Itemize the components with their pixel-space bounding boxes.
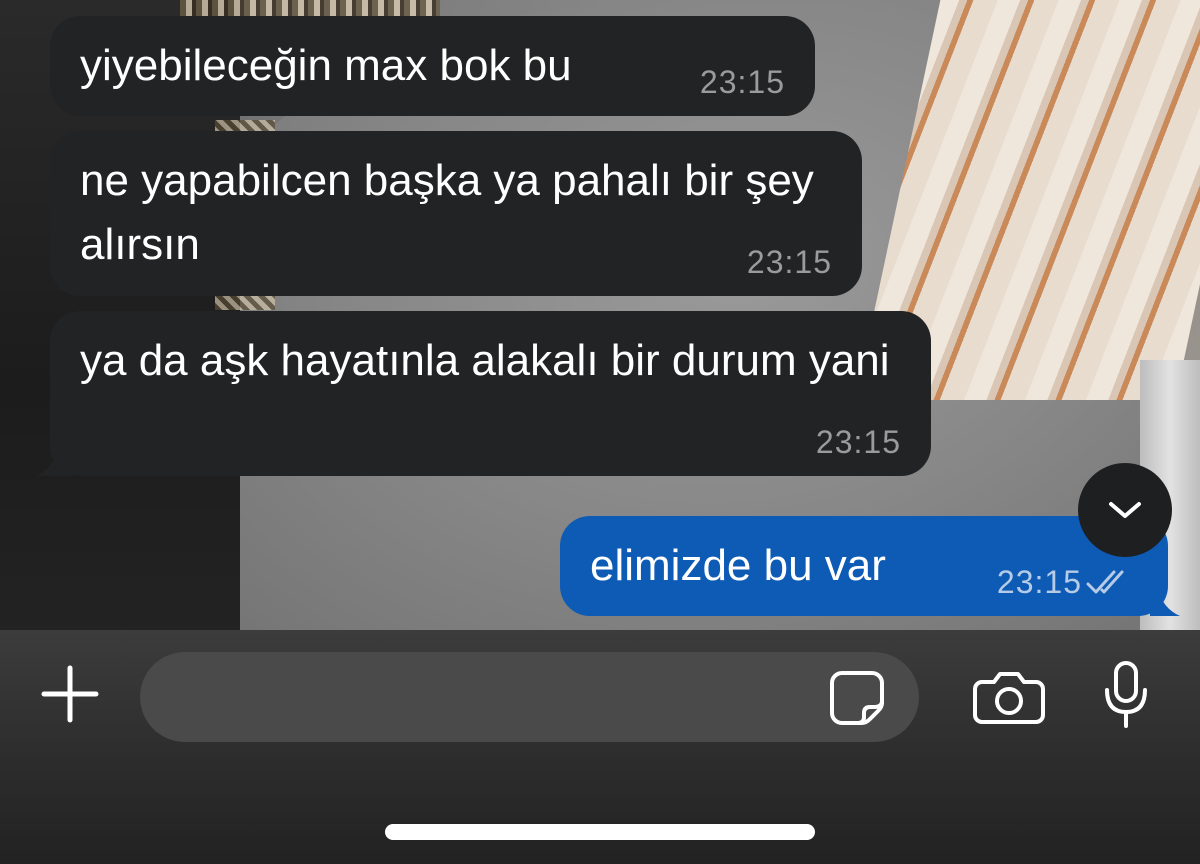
outgoing-message-bubble[interactable]: elimizde bu var 23:15 [560, 516, 1180, 616]
attach-button[interactable] [40, 664, 100, 724]
message-time: 23:15 [699, 64, 785, 100]
camera-icon [973, 672, 1045, 724]
message-time: 23:15 [996, 564, 1082, 600]
plus-icon [41, 665, 99, 723]
message-text: ya da aşk hayatınla alakalı bir durum ya… [80, 336, 890, 385]
message-text: yiyebileceğin max bok bu [80, 41, 572, 90]
message-input-container[interactable] [140, 652, 919, 742]
chevron-down-icon [1109, 502, 1141, 518]
message-input[interactable] [174, 675, 809, 719]
message-time: 23:15 [815, 424, 901, 460]
bubble-tail [36, 446, 72, 476]
bubble-tail [1150, 588, 1180, 616]
sticker-icon [830, 671, 884, 725]
camera-button[interactable] [972, 670, 1046, 726]
sticker-button[interactable] [828, 669, 886, 727]
microphone-icon [1105, 661, 1147, 728]
incoming-message-bubble[interactable]: ne yapabilcen başka ya pahalı bir şey al… [50, 131, 862, 296]
scroll-to-bottom-button[interactable] [1078, 463, 1172, 557]
microphone-button[interactable] [1102, 660, 1150, 730]
message-time: 23:15 [746, 244, 832, 280]
message-text: ne yapabilcen başka ya pahalı bir şey al… [80, 156, 814, 269]
home-indicator[interactable] [385, 824, 815, 840]
incoming-message-bubble[interactable]: yiyebileceğin max bok bu 23:15 [50, 16, 815, 116]
incoming-message-bubble[interactable]: ya da aşk hayatınla alakalı bir durum ya… [36, 311, 931, 476]
double-check-icon [1086, 570, 1124, 594]
